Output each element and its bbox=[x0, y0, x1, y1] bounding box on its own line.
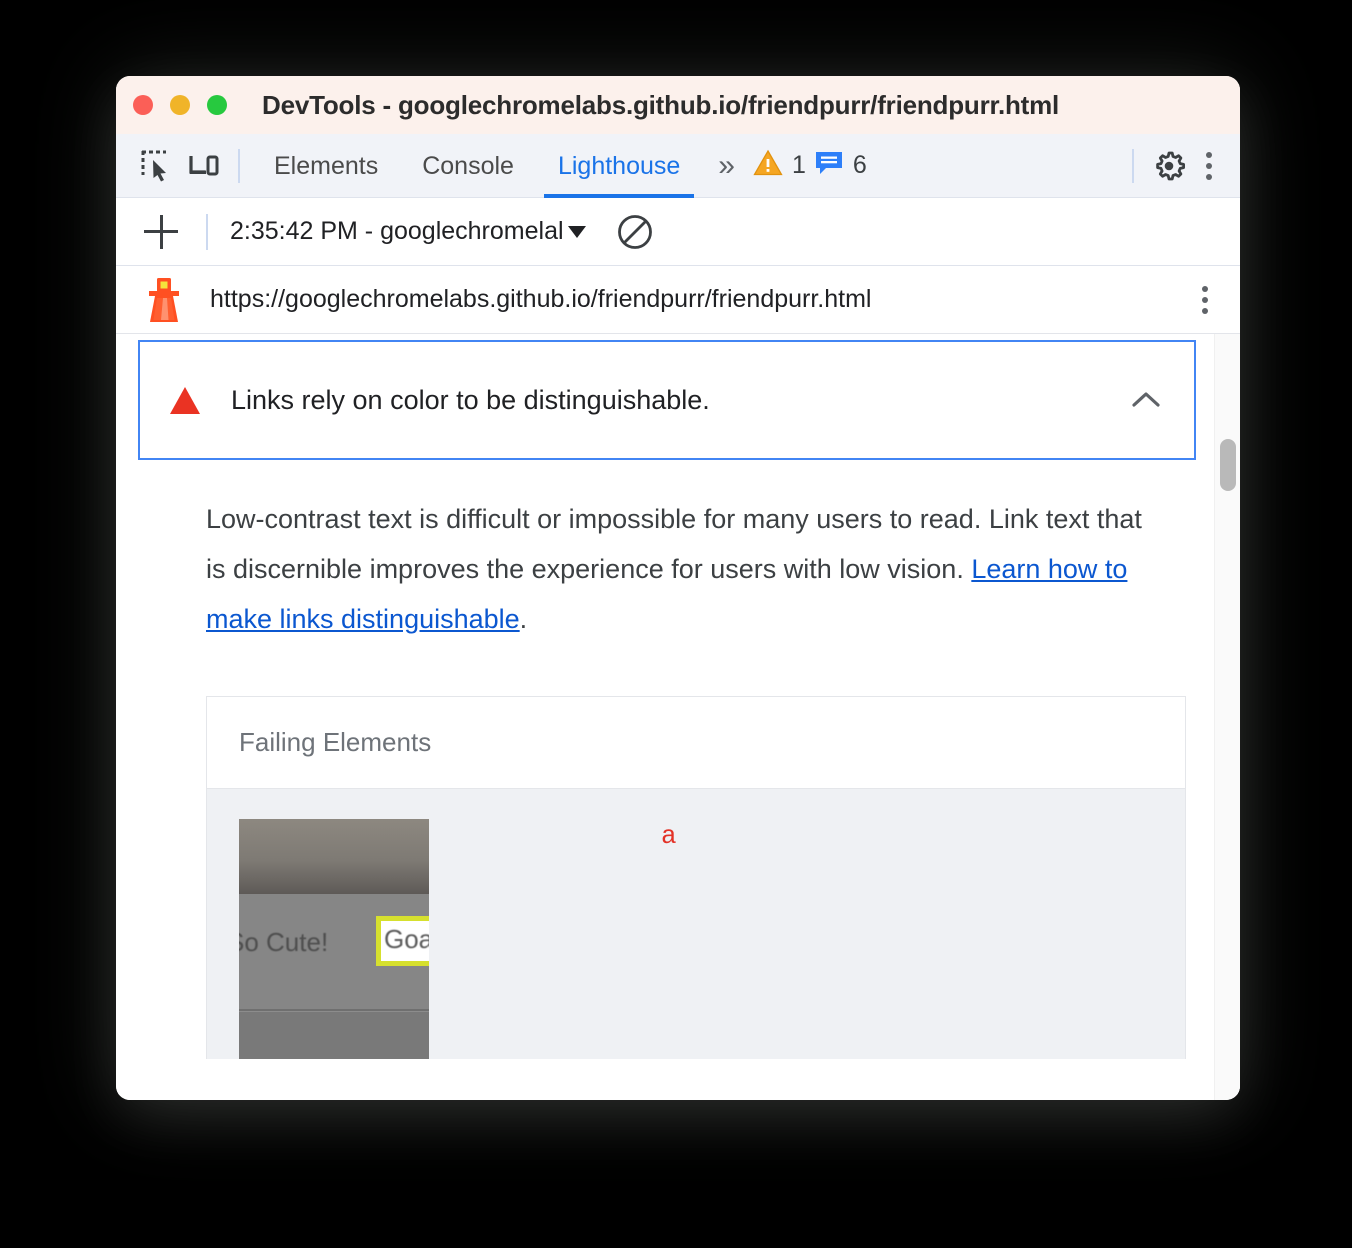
failing-elements-header: Failing Elements bbox=[207, 697, 1185, 789]
report-scrollbar-track[interactable] bbox=[1214, 334, 1240, 1100]
table-row[interactable]: So Cute! are the b Goats a bbox=[207, 789, 1185, 1059]
tab-console[interactable]: Console bbox=[400, 134, 536, 198]
toolbar-divider bbox=[238, 148, 240, 183]
report-url-bar: https://googlechromelabs.github.io/frien… bbox=[116, 266, 1240, 334]
failing-elements-table: Failing Elements So Cute! are the b Goat… bbox=[206, 696, 1186, 1059]
element-highlight-box: Goats bbox=[376, 916, 429, 966]
tab-lighthouse[interactable]: Lighthouse bbox=[536, 134, 702, 198]
clear-all-icon[interactable] bbox=[612, 209, 658, 255]
audit-description: Low-contrast text is difficult or imposs… bbox=[206, 494, 1166, 644]
audit-header[interactable]: Links rely on color to be distinguishabl… bbox=[138, 340, 1196, 460]
close-window-button[interactable] bbox=[133, 95, 153, 115]
messages-count: 6 bbox=[852, 151, 867, 179]
inspect-element-icon[interactable] bbox=[134, 143, 180, 189]
report-select-label: 2:35:42 PM - googlechromelal bbox=[230, 217, 564, 245]
warnings-counter[interactable]: 1 bbox=[753, 149, 806, 182]
chevron-down-icon bbox=[567, 225, 586, 238]
gear-icon[interactable] bbox=[1146, 143, 1192, 189]
messages-counter[interactable]: 6 bbox=[814, 149, 867, 182]
device-toolbar-icon[interactable] bbox=[180, 143, 226, 189]
window-titlebar: DevTools - googlechromelabs.github.io/fr… bbox=[116, 76, 1240, 134]
report-url: https://googlechromelabs.github.io/frien… bbox=[210, 285, 872, 313]
tab-elements[interactable]: Elements bbox=[252, 134, 400, 198]
devtools-tabstrip: Elements Console Lighthouse » 1 6 bbox=[116, 134, 1240, 198]
new-report-button[interactable] bbox=[138, 209, 184, 255]
thumbnail-photo-band bbox=[239, 819, 429, 894]
report-select[interactable]: 2:35:42 PM - googlechromelal bbox=[230, 217, 586, 246]
report-scrollbar-thumb[interactable] bbox=[1220, 439, 1236, 491]
highlighted-text: Goats bbox=[384, 924, 429, 954]
failing-elements-header-label: Failing Elements bbox=[239, 727, 432, 757]
chevron-up-icon[interactable] bbox=[1126, 380, 1166, 420]
warnings-count: 1 bbox=[791, 151, 806, 179]
window-title: DevTools - googlechromelabs.github.io/fr… bbox=[262, 89, 1060, 120]
minimize-window-button[interactable] bbox=[170, 95, 190, 115]
failing-element-selector: a bbox=[661, 821, 677, 851]
zoom-window-button[interactable] bbox=[207, 95, 227, 115]
devtools-window: DevTools - googlechromelabs.github.io/fr… bbox=[116, 76, 1240, 1100]
lighthouse-run-toolbar: 2:35:42 PM - googlechromelal bbox=[116, 198, 1240, 266]
report-kebab-menu-icon[interactable] bbox=[1188, 277, 1222, 323]
warning-triangle-icon bbox=[753, 149, 783, 182]
audit-title: Links rely on color to be distinguishabl… bbox=[231, 384, 710, 415]
runbar-divider bbox=[206, 213, 208, 250]
lighthouse-report-body: Links rely on color to be distinguishabl… bbox=[116, 334, 1240, 1100]
thumbnail-lower-band bbox=[239, 1011, 429, 1059]
more-tabs-icon[interactable]: » bbox=[702, 149, 745, 183]
toolbar-divider-right bbox=[1132, 148, 1134, 183]
message-icon bbox=[814, 149, 844, 182]
kebab-menu-icon[interactable] bbox=[1192, 143, 1226, 189]
element-screenshot-thumbnail[interactable]: So Cute! are the b Goats bbox=[239, 819, 429, 1059]
audit-description-tail: . bbox=[519, 604, 528, 634]
red-triangle-icon bbox=[170, 386, 200, 414]
thumbnail-text-before: So Cute! bbox=[239, 927, 329, 957]
lighthouse-icon bbox=[136, 272, 192, 328]
